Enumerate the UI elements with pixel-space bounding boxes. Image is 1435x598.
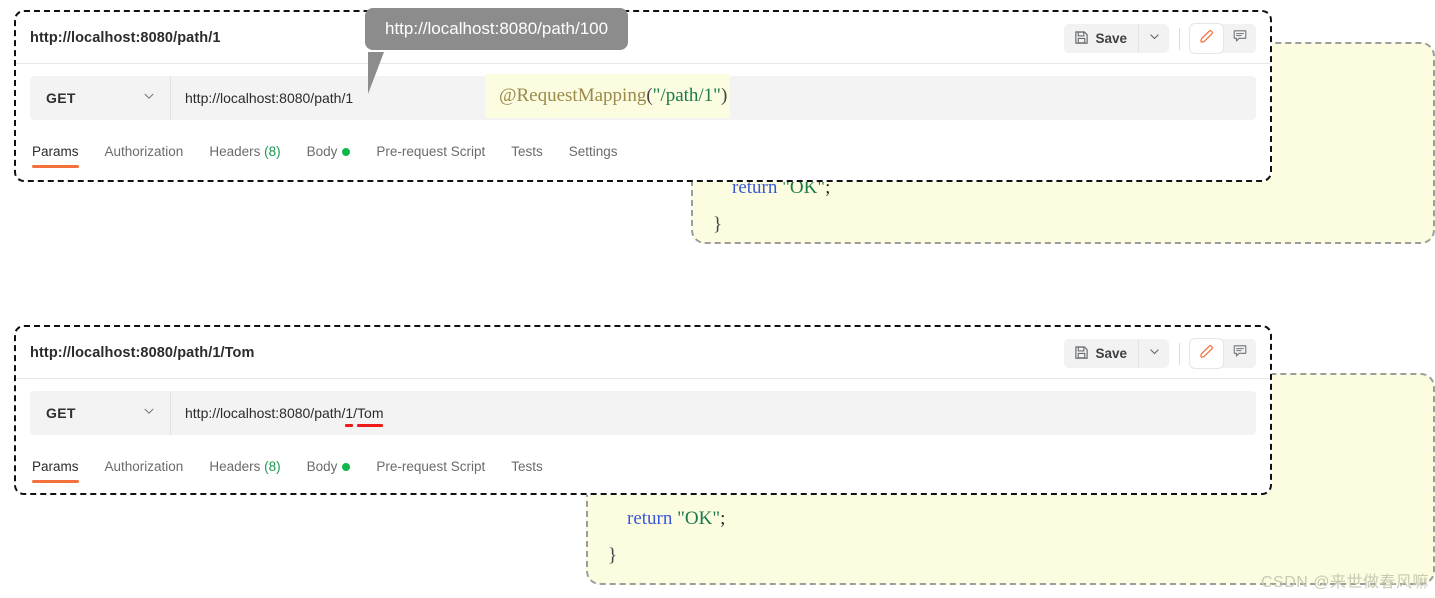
- tab-pre-request-script[interactable]: Pre-request Script: [376, 459, 485, 483]
- tooltip-callout: http://localhost:8080/path/100: [365, 8, 629, 50]
- pencil-icon: [1198, 343, 1215, 365]
- chevron-down-icon: [1148, 345, 1161, 363]
- url-highlight-id: 1: [345, 405, 354, 427]
- http-method-label: GET: [46, 405, 76, 421]
- url-highlight-name: Tom: [357, 405, 384, 427]
- tab-authorization[interactable]: Authorization: [105, 144, 184, 168]
- save-dropdown-button[interactable]: [1138, 339, 1169, 368]
- body-status-dot: [342, 463, 351, 472]
- tab-tests[interactable]: Tests: [511, 144, 543, 168]
- save-button-group[interactable]: Save: [1064, 24, 1169, 53]
- http-method-select[interactable]: GET: [30, 391, 171, 435]
- chevron-down-icon: [142, 404, 156, 423]
- tab-body[interactable]: Body: [307, 144, 351, 168]
- tab-authorization[interactable]: Authorization: [105, 459, 184, 483]
- code-line: }: [608, 545, 618, 566]
- code-line: }: [713, 214, 723, 235]
- tooltip-tail: [368, 52, 384, 94]
- view-toggle-group: [1190, 339, 1256, 368]
- request-url-text: http://localhost:8080/path/1/Tom: [185, 405, 384, 427]
- comment-button[interactable]: [1223, 24, 1256, 53]
- page-title: http://localhost:8080/path/1: [30, 29, 221, 46]
- edit-button[interactable]: [1190, 24, 1223, 53]
- panel-titlebar: http://localhost:8080/path/1 Save: [16, 12, 1270, 64]
- http-method-select[interactable]: GET: [30, 76, 171, 120]
- toolbar-divider: [1179, 342, 1180, 365]
- titlebar-actions: Save: [1064, 24, 1256, 53]
- headers-count: (8): [264, 144, 281, 159]
- tab-params[interactable]: Params: [32, 459, 79, 483]
- toolbar-divider: [1179, 27, 1180, 50]
- floppy-disk-icon: [1074, 345, 1089, 363]
- chevron-down-icon: [142, 89, 156, 108]
- panel-titlebar: http://localhost:8080/path/1/Tom Save: [16, 327, 1270, 379]
- http-method-label: GET: [46, 90, 76, 106]
- tab-params[interactable]: Params: [32, 144, 79, 168]
- tab-headers[interactable]: Headers (8): [209, 144, 280, 168]
- save-button[interactable]: Save: [1064, 339, 1138, 368]
- comment-icon: [1232, 343, 1248, 364]
- save-dropdown-button[interactable]: [1138, 24, 1169, 53]
- page-title: http://localhost:8080/path/1/Tom: [30, 344, 255, 361]
- body-status-dot: [342, 148, 351, 157]
- comment-button[interactable]: [1223, 339, 1256, 368]
- headers-count: (8): [264, 459, 281, 474]
- edit-button[interactable]: [1190, 339, 1223, 368]
- chevron-down-icon: [1148, 30, 1161, 48]
- tab-tests[interactable]: Tests: [511, 459, 543, 483]
- tab-pre-request-script[interactable]: Pre-request Script: [376, 144, 485, 168]
- save-button-label: Save: [1095, 346, 1127, 361]
- floppy-disk-icon: [1074, 30, 1089, 48]
- postman-request-panel-2: http://localhost:8080/path/1/Tom Save GE…: [14, 325, 1272, 495]
- request-tabs: Params Authorization Headers (8) Body Pr…: [32, 449, 1256, 483]
- view-toggle-group: [1190, 24, 1256, 53]
- tab-settings[interactable]: Settings: [569, 144, 618, 168]
- request-url-text: http://localhost:8080/path/1: [185, 90, 354, 106]
- save-button-group[interactable]: Save: [1064, 339, 1169, 368]
- save-button[interactable]: Save: [1064, 24, 1138, 53]
- code-line: return "OK";: [627, 508, 726, 529]
- request-tabs: Params Authorization Headers (8) Body Pr…: [32, 134, 1256, 168]
- pencil-icon: [1198, 28, 1215, 50]
- save-button-label: Save: [1095, 31, 1127, 46]
- watermark: CSDN @来世做春风嘛: [1260, 574, 1429, 591]
- request-url-row: GET http://localhost:8080/path/1/Tom: [30, 391, 1256, 435]
- titlebar-actions: Save: [1064, 339, 1256, 368]
- tab-headers[interactable]: Headers (8): [209, 459, 280, 483]
- tab-body[interactable]: Body: [307, 459, 351, 483]
- request-url-input[interactable]: http://localhost:8080/path/1/Tom: [171, 391, 1256, 435]
- comment-icon: [1232, 28, 1248, 49]
- code-snippet-path-1: @RequestMapping("/path/1"): [485, 74, 730, 118]
